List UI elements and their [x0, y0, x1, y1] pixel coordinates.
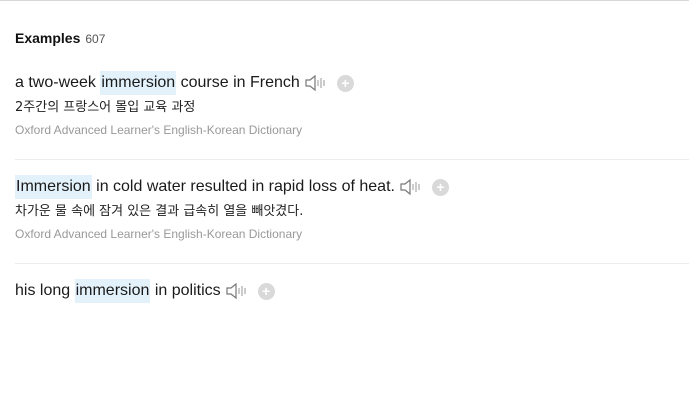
section-title: Examples [15, 30, 81, 46]
speaker-icon[interactable] [399, 177, 423, 197]
top-border [0, 0, 689, 1]
example-item: his long immersion in politics + [15, 279, 689, 303]
highlighted-term: immersion [74, 279, 151, 303]
sentence-text-after: in politics [150, 282, 221, 299]
example-sentence: Immersion in cold water resulted in rapi… [15, 175, 689, 199]
speaker-icon[interactable] [304, 73, 328, 93]
add-to-wordbook-button[interactable]: + [336, 74, 354, 92]
add-to-wordbook-button[interactable]: + [257, 282, 275, 300]
example-source[interactable]: Oxford Advanced Learner's English-Korean… [15, 227, 689, 241]
example-translation: 2주간의 프랑스어 몰입 교육 과정 [15, 100, 196, 115]
divider [15, 159, 689, 160]
highlighted-term: immersion [100, 71, 177, 95]
example-sentence: a two-week immersion course in French + [15, 71, 689, 95]
example-item: a two-week immersion course in French + … [15, 71, 689, 137]
example-translation: 차가운 물 속에 잠겨 있은 결과 급속히 열을 빼앗겼다. [15, 204, 304, 219]
example-sentence: his long immersion in politics + [15, 279, 689, 303]
examples-header: Examples 607 [15, 30, 105, 46]
sentence-text-after: course in French [176, 74, 300, 91]
sentence-text-before: a two-week [15, 74, 101, 91]
example-item: Immersion in cold water resulted in rapi… [15, 175, 689, 241]
examples-count: 607 [85, 32, 106, 46]
divider [15, 263, 689, 264]
speaker-icon[interactable] [225, 281, 249, 301]
highlighted-term: Immersion [15, 175, 92, 199]
add-to-wordbook-button[interactable]: + [431, 178, 449, 196]
sentence-text-after: in cold water resulted in rapid loss of … [91, 178, 395, 195]
sentence-text-before: his long [15, 282, 75, 299]
example-source[interactable]: Oxford Advanced Learner's English-Korean… [15, 123, 689, 137]
